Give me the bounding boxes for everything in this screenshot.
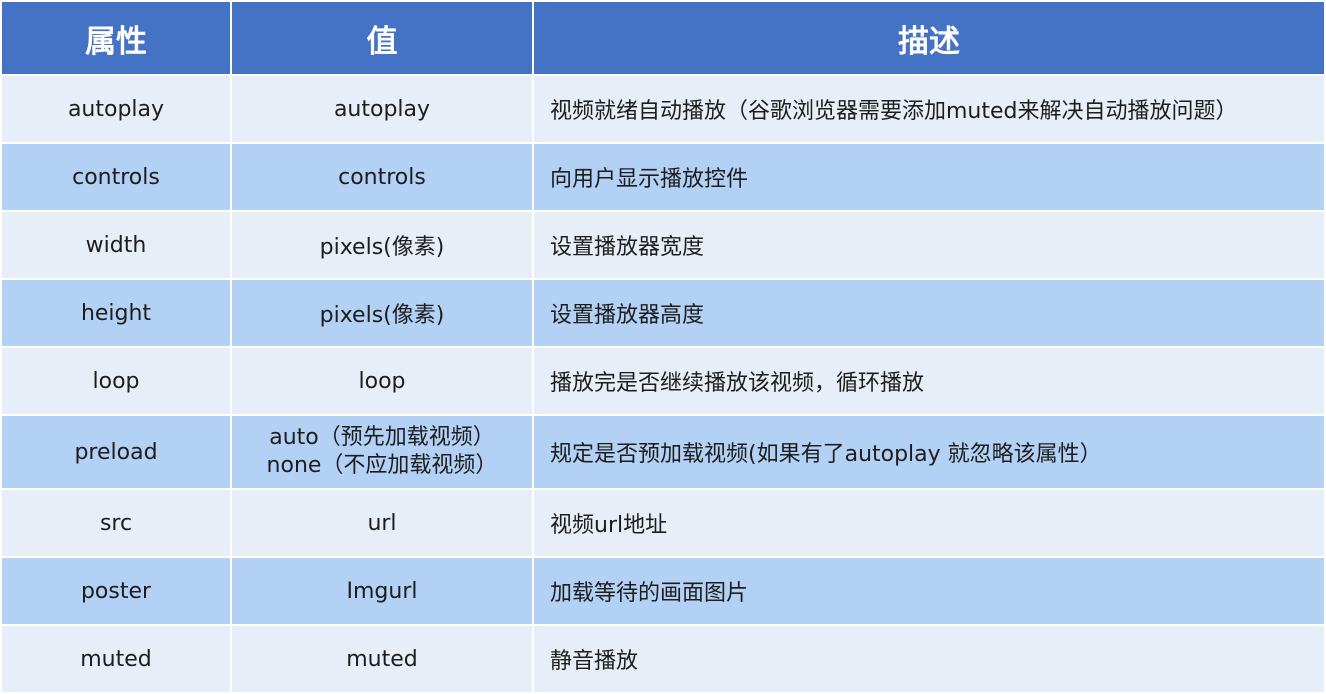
table-row: src url 视频url地址: [0, 488, 1326, 558]
table-row: preload auto（预先加载视频） none（不应加载视频） 规定是否预加…: [0, 414, 1326, 490]
value-cell: pixels(像素): [230, 278, 534, 348]
description-cell: 播放完是否继续播放该视频，循环播放: [532, 346, 1326, 416]
table-row: height pixels(像素) 设置播放器高度: [0, 278, 1326, 348]
attribute-cell: src: [0, 488, 232, 558]
attribute-cell: width: [0, 210, 232, 280]
table-row: autoplay autoplay 视频就绪自动播放（谷歌浏览器需要添加mute…: [0, 74, 1326, 144]
table-row: width pixels(像素) 设置播放器宽度: [0, 210, 1326, 280]
description-cell: 加载等待的画面图片: [532, 556, 1326, 626]
table-row: controls controls 向用户显示播放控件: [0, 142, 1326, 212]
table-row: poster Imgurl 加载等待的画面图片: [0, 556, 1326, 626]
attribute-cell: muted: [0, 624, 232, 694]
description-cell: 设置播放器高度: [532, 278, 1326, 348]
description-cell: 视频就绪自动播放（谷歌浏览器需要添加muted来解决自动播放问题）: [532, 74, 1326, 144]
value-line: auto（预先加载视频）: [269, 425, 495, 450]
description-cell: 视频url地址: [532, 488, 1326, 558]
header-attribute: 属性: [0, 0, 232, 76]
description-cell: 规定是否预加载视频(如果有了autoplay 就忽略该属性）: [532, 414, 1326, 490]
attribute-cell: height: [0, 278, 232, 348]
slide-frame: 属性 值 描述 autoplay autoplay 视频就绪自动播放（谷歌浏览器…: [0, 0, 1326, 694]
value-cell: controls: [230, 142, 534, 212]
header-value: 值: [230, 0, 534, 76]
table-row: muted muted 静音播放: [0, 624, 1326, 694]
table-header-row: 属性 值 描述: [0, 0, 1326, 76]
table-row: loop loop 播放完是否继续播放该视频，循环播放: [0, 346, 1326, 416]
value-cell: pixels(像素): [230, 210, 534, 280]
value-cell: muted: [230, 624, 534, 694]
value-cell: autoplay: [230, 74, 534, 144]
value-cell: Imgurl: [230, 556, 534, 626]
value-cell: url: [230, 488, 534, 558]
attribute-cell: autoplay: [0, 74, 232, 144]
value-line: none（不应加载视频）: [266, 453, 498, 478]
description-cell: 静音播放: [532, 624, 1326, 694]
attribute-cell: preload: [0, 414, 232, 490]
value-cell: loop: [230, 346, 534, 416]
value-cell: auto（预先加载视频） none（不应加载视频）: [230, 414, 534, 490]
header-description: 描述: [532, 0, 1326, 76]
description-cell: 设置播放器宽度: [532, 210, 1326, 280]
attribute-cell: poster: [0, 556, 232, 626]
attribute-cell: loop: [0, 346, 232, 416]
attribute-cell: controls: [0, 142, 232, 212]
video-attributes-table: 属性 值 描述 autoplay autoplay 视频就绪自动播放（谷歌浏览器…: [0, 0, 1326, 694]
description-cell: 向用户显示播放控件: [532, 142, 1326, 212]
